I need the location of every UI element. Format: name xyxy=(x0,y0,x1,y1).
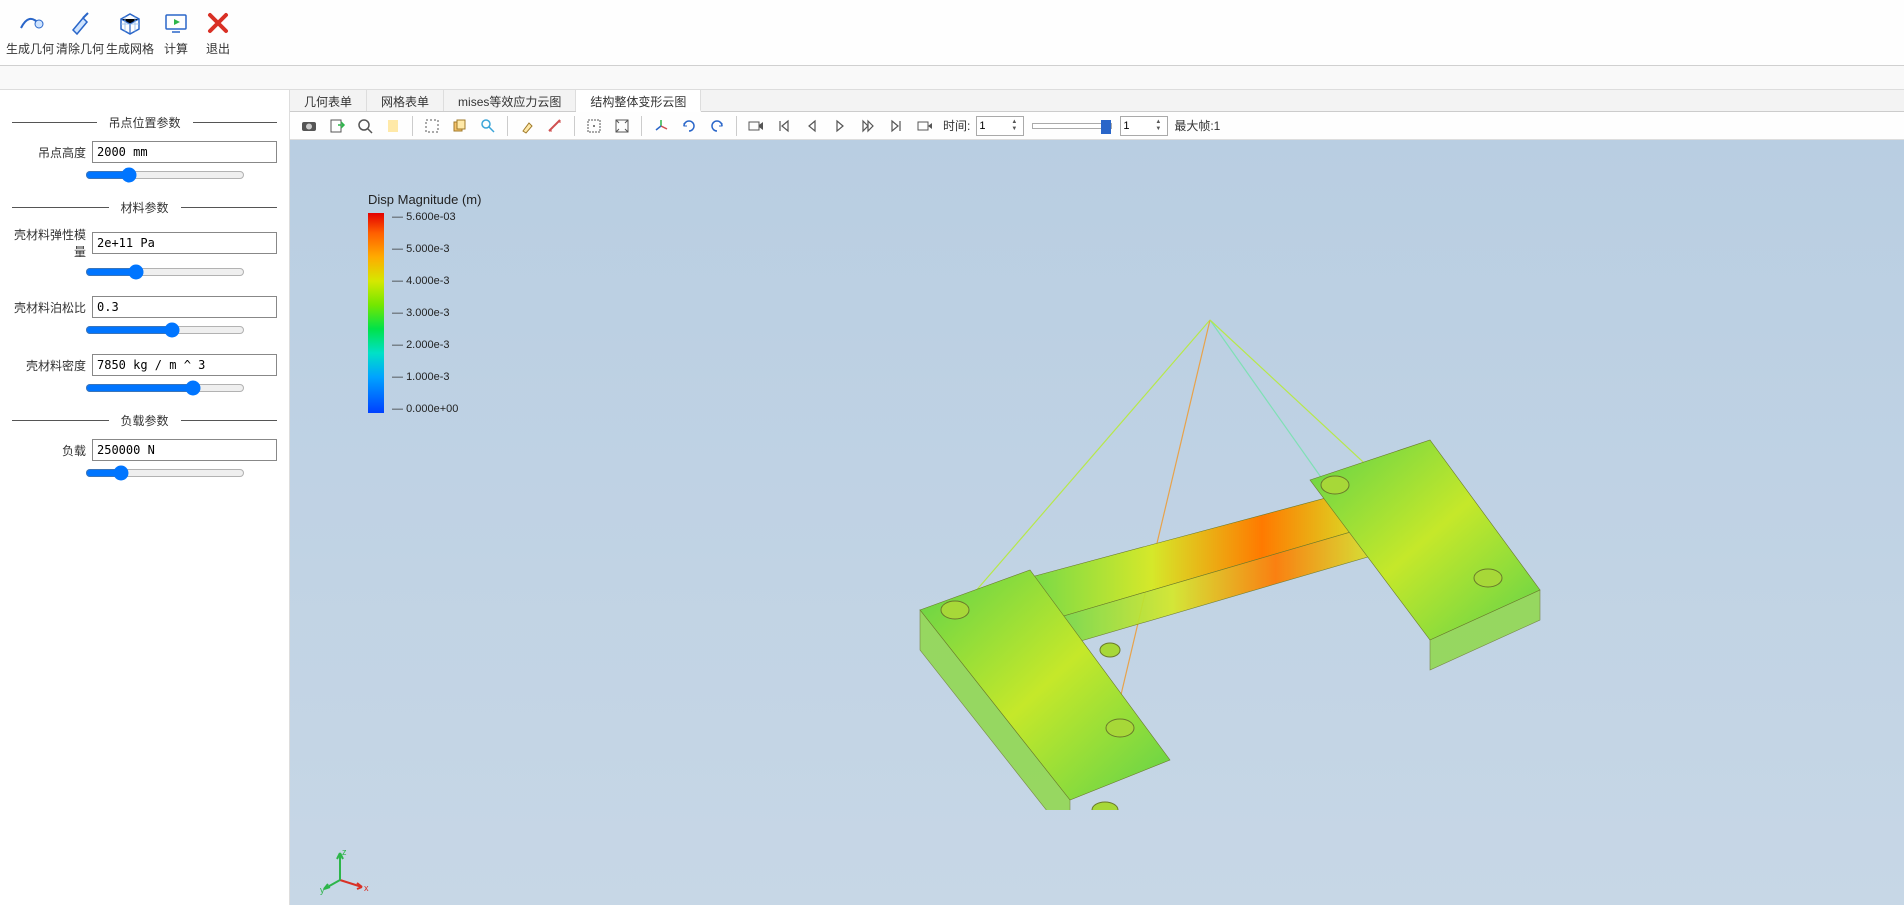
density-slider[interactable] xyxy=(85,380,245,396)
ribbon: 生成几何 清除几何 生成网格 计算 xyxy=(0,0,1904,66)
section-material: 材料参数 xyxy=(12,199,277,216)
svg-text:y: y xyxy=(320,885,325,895)
load-label: 负载 xyxy=(12,442,92,459)
poisson-label: 壳材料泊松比 xyxy=(12,299,92,316)
poisson-input[interactable] xyxy=(92,296,277,318)
sidebar: 吊点位置参数 吊点高度 材料参数 壳材料弹性模量 壳材料泊松比 xyxy=(0,90,290,905)
section-lift-point: 吊点位置参数 xyxy=(12,114,277,131)
fit-view-icon[interactable] xyxy=(609,114,635,138)
generate-geometry-button[interactable]: 生成几何 xyxy=(6,4,54,65)
last-frame-icon[interactable] xyxy=(883,114,909,138)
max-frame-label: 最大帧:1 xyxy=(1174,117,1220,134)
clear-geometry-label: 清除几何 xyxy=(56,40,104,57)
legend-tick: 0.000e+00 xyxy=(392,403,458,415)
axis-triad-icon: x z y xyxy=(320,845,370,895)
generate-mesh-label: 生成网格 xyxy=(106,40,154,57)
generate-geometry-icon xyxy=(13,6,47,40)
load-input[interactable] xyxy=(92,439,277,461)
brush-icon xyxy=(63,6,97,40)
section-load: 负载参数 xyxy=(12,412,277,429)
fea-model xyxy=(670,290,1570,810)
time-slider[interactable] xyxy=(1032,123,1112,129)
rotate-ccw-icon[interactable] xyxy=(704,114,730,138)
measure-icon[interactable] xyxy=(542,114,568,138)
time-spin[interactable]: 1 ▲▼ xyxy=(976,116,1024,136)
legend-tick: 2.000e-3 xyxy=(392,339,458,351)
video-icon[interactable] xyxy=(743,114,769,138)
fast-forward-icon[interactable] xyxy=(855,114,881,138)
svg-text:z: z xyxy=(342,847,347,857)
tab-deform[interactable]: 结构整体变形云图 xyxy=(576,90,701,112)
section-lift-point-title: 吊点位置参数 xyxy=(97,114,193,131)
lift-height-label: 吊点高度 xyxy=(12,144,92,161)
tab-mises[interactable]: mises等效应力云图 xyxy=(444,90,576,111)
legend-ticks: 5.600e-03 5.000e-3 4.000e-3 3.000e-3 2.0… xyxy=(392,211,458,415)
first-frame-icon[interactable] xyxy=(771,114,797,138)
generate-geometry-label: 生成几何 xyxy=(6,40,54,57)
prev-frame-icon[interactable] xyxy=(799,114,825,138)
clean-brush-icon[interactable] xyxy=(514,114,540,138)
legend-tick: 4.000e-3 xyxy=(392,275,458,287)
loop-icon[interactable] xyxy=(911,114,937,138)
load-slider[interactable] xyxy=(85,465,245,481)
time-value: 1 xyxy=(979,120,1011,132)
sheet-icon[interactable] xyxy=(380,114,406,138)
poisson-slider[interactable] xyxy=(85,322,245,338)
viewport-3d[interactable]: Disp Magnitude (m) 5.600e-03 5.000e-3 4.… xyxy=(290,140,1904,905)
rotate-cw-icon[interactable] xyxy=(676,114,702,138)
main-area: 吊点位置参数 吊点高度 材料参数 壳材料弹性模量 壳材料泊松比 xyxy=(0,90,1904,905)
legend-tick: 3.000e-3 xyxy=(392,307,458,319)
mesh-cube-icon xyxy=(113,6,147,40)
exit-button[interactable]: 退出 xyxy=(198,4,238,65)
density-label: 壳材料密度 xyxy=(12,357,92,374)
section-load-title: 负载参数 xyxy=(109,412,181,429)
legend-colorbar xyxy=(368,213,384,413)
lift-height-slider[interactable] xyxy=(85,167,245,183)
select-rect-icon[interactable] xyxy=(419,114,445,138)
ribbon-spacer xyxy=(0,66,1904,90)
generate-mesh-button[interactable]: 生成网格 xyxy=(106,4,154,65)
content-pane: 几何表单 网格表单 mises等效应力云图 结构整体变形云图 xyxy=(290,90,1904,905)
play-icon[interactable] xyxy=(827,114,853,138)
time-label: 时间: xyxy=(943,117,970,134)
duplicate-icon[interactable] xyxy=(447,114,473,138)
clear-geometry-button[interactable]: 清除几何 xyxy=(56,4,104,65)
exit-label: 退出 xyxy=(206,40,230,57)
section-material-title: 材料参数 xyxy=(109,199,181,216)
axes-icon[interactable] xyxy=(648,114,674,138)
camera-icon[interactable] xyxy=(296,114,322,138)
select-area-icon[interactable] xyxy=(581,114,607,138)
lift-height-input[interactable] xyxy=(92,141,277,163)
compute-label: 计算 xyxy=(164,40,188,57)
close-x-icon xyxy=(201,6,235,40)
tab-mesh[interactable]: 网格表单 xyxy=(367,90,444,111)
legend-tick: 5.600e-03 xyxy=(392,211,458,223)
modulus-slider[interactable] xyxy=(85,264,245,280)
probe-icon[interactable] xyxy=(475,114,501,138)
modulus-input[interactable] xyxy=(92,232,277,254)
density-input[interactable] xyxy=(92,354,277,376)
compute-button[interactable]: 计算 xyxy=(156,4,196,65)
modulus-label: 壳材料弹性模量 xyxy=(12,226,92,260)
legend-title: Disp Magnitude (m) xyxy=(368,192,481,207)
view-toolbar: 时间: 1 ▲▼ 1 ▲▼ 最大帧:1 xyxy=(290,112,1904,140)
zoom-icon[interactable] xyxy=(352,114,378,138)
color-legend: Disp Magnitude (m) 5.600e-03 5.000e-3 4.… xyxy=(368,192,481,415)
frame-spin[interactable]: 1 ▲▼ xyxy=(1120,116,1168,136)
tab-geometry[interactable]: 几何表单 xyxy=(290,90,367,111)
play-monitor-icon xyxy=(159,6,193,40)
tab-bar: 几何表单 网格表单 mises等效应力云图 结构整体变形云图 xyxy=(290,90,1904,112)
legend-tick: 5.000e-3 xyxy=(392,243,458,255)
legend-tick: 1.000e-3 xyxy=(392,371,458,383)
frame-value: 1 xyxy=(1123,120,1155,132)
export-icon[interactable] xyxy=(324,114,350,138)
svg-text:x: x xyxy=(364,883,369,893)
